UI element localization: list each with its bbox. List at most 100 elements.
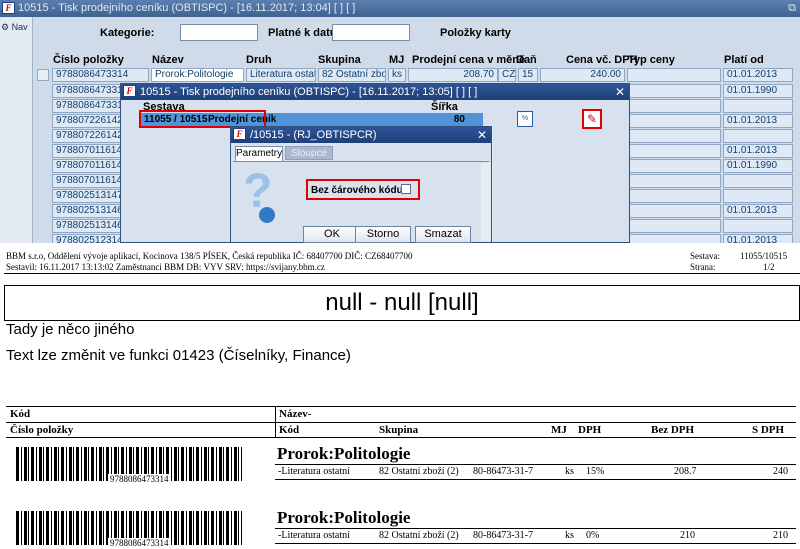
dialog2-logo-icon: F	[233, 128, 246, 140]
table-row-plati-od[interactable]: 01.01.2013	[723, 204, 793, 218]
hdr-col-kod: Kód	[279, 424, 300, 436]
cell-skupina[interactable]: 82 Ostatní zboží (2)	[318, 68, 386, 82]
cell-nazev[interactable]: Prorok:Politologie	[151, 68, 244, 82]
table-row-plati-od[interactable]	[723, 129, 793, 143]
item-line	[275, 464, 796, 465]
table-row-plati-od[interactable]: 01.01.1990	[723, 159, 793, 173]
tab-sloupce[interactable]: Sloupce	[285, 146, 333, 160]
report-strana-label: Strana:	[690, 262, 716, 272]
col-druh[interactable]: Druh	[246, 54, 272, 66]
table-row-typ-ceny[interactable]	[627, 84, 721, 98]
table-row-plati-od[interactable]	[723, 99, 793, 113]
col-cena[interactable]: Prodejní cena v měně	[412, 54, 525, 66]
platne-label: Platné k datu:	[268, 27, 341, 39]
barcode-number: 9788086473314	[108, 474, 171, 484]
param-scrollbar[interactable]	[481, 163, 491, 241]
tab-parametry[interactable]: Parametry	[235, 146, 283, 161]
item-bez-dph: 210	[680, 530, 695, 541]
pdf-edit-icon: ✎	[587, 112, 598, 126]
table-row-typ-ceny[interactable]	[627, 204, 721, 218]
cell-typ-ceny[interactable]	[627, 68, 721, 82]
hdr-col-s: S DPH	[752, 424, 785, 436]
param-dialog: F /10515 - (RJ_OBTISPCR) ✕ Parametry Slo…	[230, 126, 492, 243]
cell-cena[interactable]: 208.70	[408, 68, 498, 82]
report-note-1: Tady je něco jiného	[6, 321, 135, 338]
item-isbn: 80-86473-31-7	[473, 466, 533, 477]
dialog-logo-icon: F	[123, 85, 136, 97]
print-dialog-title-bar: F 10515 - Tisk prodejního ceníku (OBTISP…	[121, 84, 629, 100]
hdr-col-mj: MJ	[551, 424, 567, 436]
table-row-typ-ceny[interactable]	[627, 114, 721, 128]
item-s-dph: 210	[773, 530, 788, 541]
report-sestava-label: Sestava:	[690, 251, 720, 261]
item-bottom-line	[275, 479, 796, 480]
table-row-typ-ceny[interactable]	[627, 219, 721, 233]
polozky-karty-label: Položky karty	[440, 27, 511, 39]
nav-label: Nav	[11, 22, 28, 32]
sirka-value: 80	[453, 114, 465, 125]
table-row-typ-ceny[interactable]	[627, 159, 721, 173]
col-cena-dph[interactable]: Cena vč. DPH	[566, 54, 638, 66]
report-company: BBM s.r.o, Oddělení vývoje aplikací, Koc…	[6, 251, 413, 261]
hdr-kod: Kód	[10, 408, 31, 420]
item-mj: ks	[565, 466, 574, 477]
cell-mena[interactable]: CZK	[498, 68, 516, 82]
col-nazev[interactable]: Název	[152, 54, 184, 66]
table-row-plati-od[interactable]	[723, 189, 793, 203]
col-plati-od[interactable]: Platí od	[724, 54, 764, 66]
hdr-col-bez: Bez DPH	[651, 424, 695, 436]
item-bottom-line	[275, 543, 796, 544]
hdr-col-dph: DPH	[578, 424, 602, 436]
table-top-line	[6, 406, 796, 407]
table-row-plati-od[interactable]	[723, 219, 793, 233]
edit-report-icon[interactable]: ✎	[582, 109, 602, 129]
table-row-typ-ceny[interactable]	[627, 144, 721, 158]
item-skupina: 82 Ostatní zboží (2)	[379, 530, 459, 541]
table-row-typ-ceny[interactable]	[627, 234, 721, 243]
cell-plati-od[interactable]: 01.01.2013	[723, 68, 793, 82]
smazat-button[interactable]: Smazat	[415, 226, 471, 243]
highlight-checkbox	[306, 179, 420, 200]
table-row-typ-ceny[interactable]	[627, 189, 721, 203]
app-logo-icon: F	[2, 2, 15, 14]
table-row-typ-ceny[interactable]	[627, 99, 721, 113]
percent-icon[interactable]: %	[517, 111, 533, 127]
cell-dan[interactable]: 15	[518, 68, 538, 82]
table-row-plati-od[interactable]: 01.01.1990	[723, 84, 793, 98]
cell-cena-dph[interactable]: 240.00	[540, 68, 625, 82]
item-name: Prorok:Politologie	[277, 444, 411, 463]
table-row-typ-ceny[interactable]	[627, 129, 721, 143]
kategorie-input[interactable]	[180, 24, 258, 41]
restore-icon[interactable]: ⧉	[788, 0, 796, 17]
table-row-plati-od[interactable]: 01.01.2013	[723, 114, 793, 128]
col-mj[interactable]: MJ	[389, 54, 404, 66]
table-row-plati-od[interactable]: 01.01.2013	[723, 234, 793, 243]
ok-button[interactable]: OK	[303, 226, 361, 243]
report-preview: BBM s.r.o, Oddělení vývoje aplikací, Koc…	[0, 243, 800, 549]
col-dan[interactable]: Daň	[516, 54, 537, 66]
col-typ-ceny[interactable]: Typ ceny	[628, 54, 675, 66]
close-icon[interactable]: ✕	[615, 84, 625, 100]
col-skupina[interactable]: Skupina	[318, 54, 361, 66]
item-bez-dph: 208.7	[674, 466, 697, 477]
cell-mj[interactable]: ks	[388, 68, 406, 82]
cell-cislo[interactable]: 9788086473314	[52, 68, 149, 82]
report-sestava-value: 11055/10515	[740, 251, 788, 261]
sidebar: ⚙ Nav	[0, 17, 33, 243]
barcode-number: 9788086473314	[108, 538, 171, 548]
storno-button[interactable]: Storno	[355, 226, 411, 243]
nav-button[interactable]: ⚙ Nav	[1, 22, 28, 33]
item-kod: -Literatura ostatní	[278, 466, 350, 477]
table-row-plati-od[interactable]: 01.01.2013	[723, 144, 793, 158]
platne-k-datu-input[interactable]	[332, 24, 410, 41]
report-compiled: Sestavil: 16.11.2017 13:13:02 Zaměstnanc…	[6, 262, 325, 272]
sirka-label: Šířka	[431, 101, 458, 113]
row-selector[interactable]	[37, 69, 49, 81]
table-row-plati-od[interactable]	[723, 174, 793, 188]
hdr-cislo: Číslo položky	[10, 424, 74, 436]
col-cislo[interactable]: Číslo položky	[53, 54, 124, 66]
close-icon[interactable]: ✕	[477, 127, 487, 143]
item-s-dph: 240	[773, 466, 788, 477]
table-row-typ-ceny[interactable]	[627, 174, 721, 188]
cell-druh[interactable]: Literatura ostatní	[246, 68, 316, 82]
